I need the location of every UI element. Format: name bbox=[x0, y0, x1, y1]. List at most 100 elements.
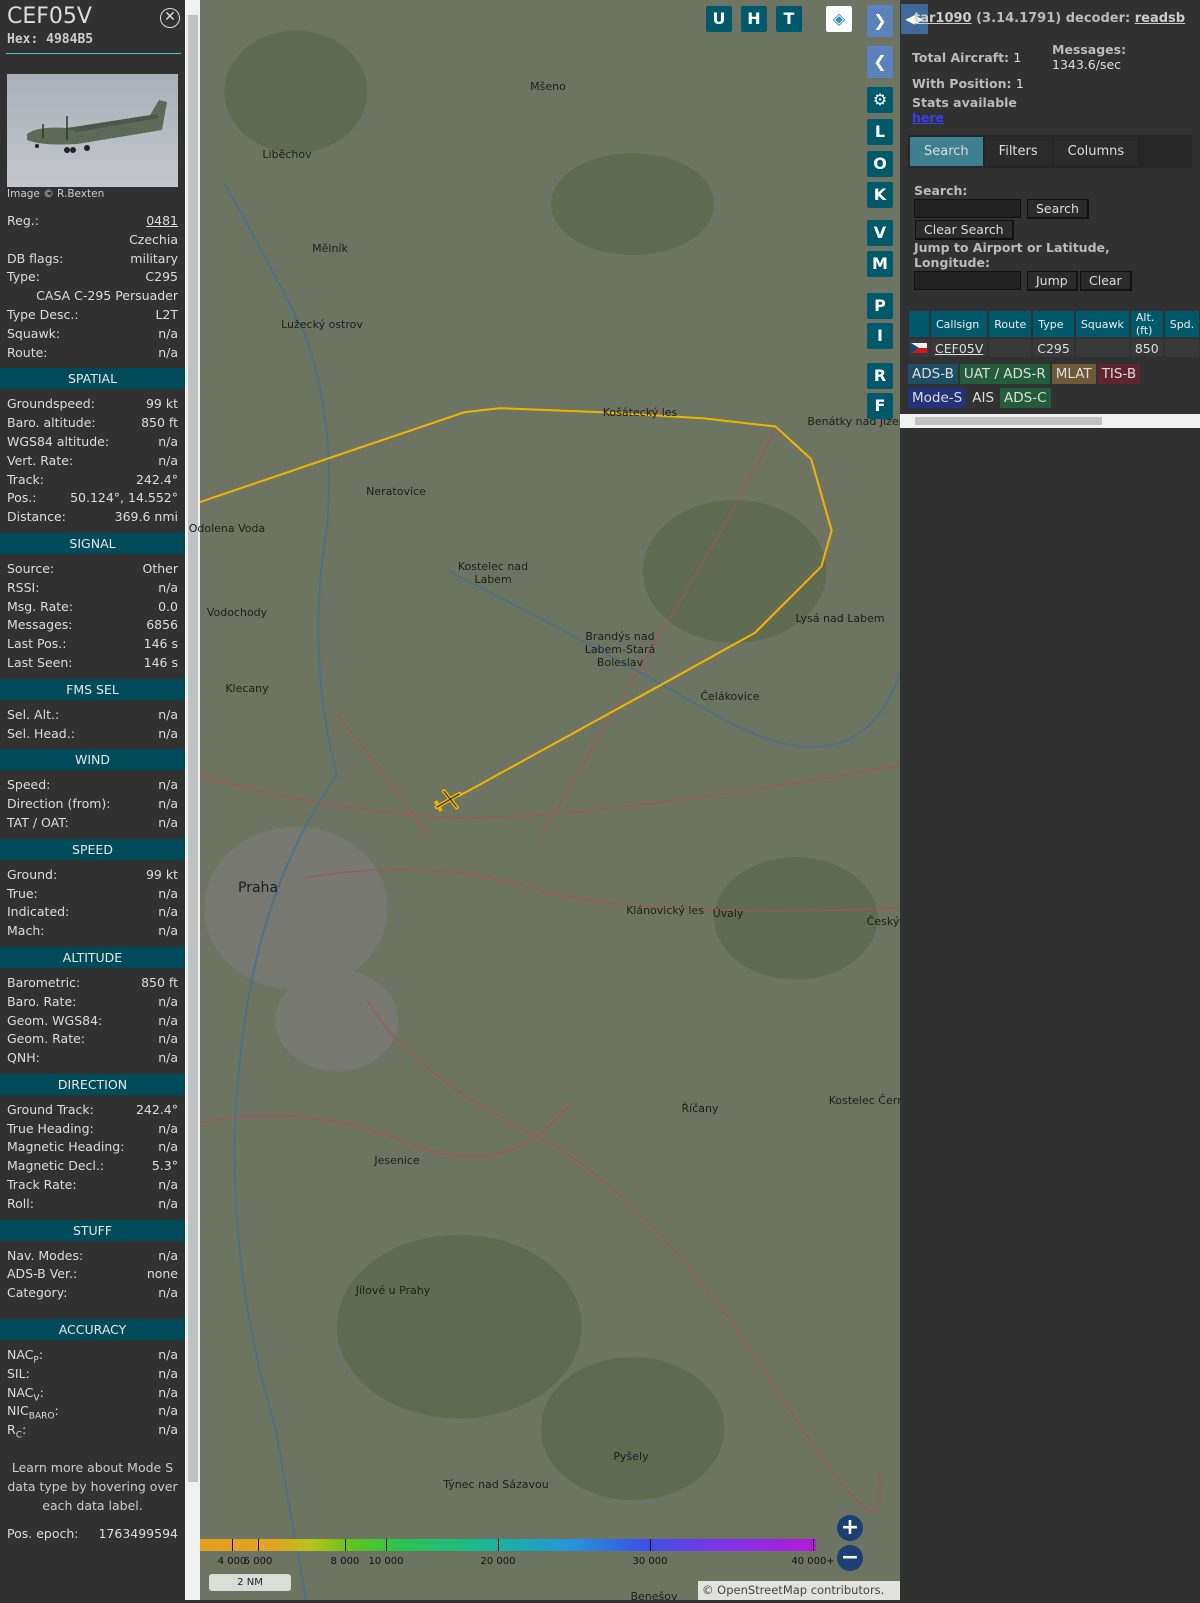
info-label[interactable]: Track Rate: bbox=[7, 1176, 77, 1195]
tab-filters[interactable]: Filters bbox=[984, 137, 1052, 166]
info-label[interactable]: Route: bbox=[7, 344, 48, 363]
map-button-o[interactable]: O bbox=[867, 151, 893, 177]
stats-link[interactable]: here bbox=[912, 110, 944, 125]
map-button-m[interactable]: M bbox=[867, 251, 893, 277]
decoder-link[interactable]: readsb bbox=[1135, 11, 1185, 26]
info-label[interactable]: Ground: bbox=[7, 866, 57, 885]
info-label[interactable]: Last Seen: bbox=[7, 654, 72, 673]
label-text: Type Desc.: bbox=[7, 306, 79, 322]
info-label[interactable]: Distance: bbox=[7, 508, 66, 527]
info-value: 146 s bbox=[143, 636, 178, 652]
info-label[interactable]: Sel. Head.: bbox=[7, 725, 75, 744]
info-label[interactable]: Geom. Rate: bbox=[7, 1030, 85, 1049]
scrollbar-thumb[interactable] bbox=[915, 417, 1102, 425]
info-label[interactable]: DB flags: bbox=[7, 250, 63, 269]
info-label[interactable]: Geom. WGS84: bbox=[7, 1012, 102, 1031]
info-label[interactable]: True: bbox=[7, 885, 38, 904]
info-label[interactable]: WGS84 altitude: bbox=[7, 433, 109, 452]
col-callsign[interactable]: Callsign bbox=[931, 311, 988, 337]
info-label[interactable]: Nav. Modes: bbox=[7, 1247, 83, 1266]
col-speed[interactable]: Spd. bbox=[1164, 311, 1200, 337]
jump-input[interactable] bbox=[914, 271, 1021, 290]
map-button-i[interactable]: I bbox=[867, 323, 893, 349]
left-panel-scrollbar[interactable] bbox=[185, 0, 200, 1600]
layers-icon[interactable]: ◈ bbox=[826, 6, 852, 32]
info-label[interactable]: Baro. altitude: bbox=[7, 414, 96, 433]
info-label[interactable]: Mach: bbox=[7, 922, 44, 941]
map-button-p[interactable]: P bbox=[867, 293, 893, 319]
chevron-right-icon[interactable]: ❯ bbox=[867, 5, 893, 37]
search-button[interactable]: Search bbox=[1027, 199, 1089, 219]
info-label[interactable]: Messages: bbox=[7, 616, 73, 635]
map-button-l[interactable]: L bbox=[867, 119, 893, 145]
map[interactable] bbox=[200, 0, 900, 1600]
map-place-label: Lysá nad Labem bbox=[795, 612, 885, 625]
map-button-r[interactable]: R bbox=[867, 363, 893, 389]
info-label[interactable]: QNH: bbox=[7, 1049, 40, 1068]
info-label[interactable]: Category: bbox=[7, 1284, 67, 1303]
info-label[interactable]: Magnetic Decl.: bbox=[7, 1157, 104, 1176]
table-row[interactable]: CEF05V C295 850 bbox=[909, 339, 1200, 357]
info-label[interactable]: Last Pos.: bbox=[7, 635, 66, 654]
info-label[interactable]: Source: bbox=[7, 560, 54, 579]
info-label[interactable]: Barometric: bbox=[7, 974, 80, 993]
clear-button[interactable]: Clear bbox=[1080, 271, 1132, 291]
info-label[interactable]: Indicated: bbox=[7, 903, 69, 922]
info-label[interactable]: ADS-B Ver.: bbox=[7, 1265, 77, 1284]
tab-search[interactable]: Search bbox=[910, 137, 983, 166]
col-squawk[interactable]: Squawk bbox=[1075, 311, 1129, 337]
info-label[interactable]: Roll: bbox=[7, 1195, 34, 1214]
info-label[interactable]: TAT / OAT: bbox=[7, 814, 69, 833]
chevron-left-icon[interactable]: ❮ bbox=[867, 46, 893, 78]
col-altitude[interactable]: Alt. (ft) bbox=[1130, 311, 1163, 337]
info-label[interactable]: RC: bbox=[7, 1421, 26, 1441]
info-label[interactable]: Reg.: bbox=[7, 212, 39, 231]
clear-search-button[interactable]: Clear Search bbox=[915, 220, 1014, 240]
info-label[interactable]: Speed: bbox=[7, 776, 50, 795]
info-label[interactable]: NACV: bbox=[7, 1384, 44, 1404]
map-button-v[interactable]: V bbox=[867, 220, 893, 246]
info-label[interactable]: True Heading: bbox=[7, 1120, 94, 1139]
info-label[interactable]: Pos.: bbox=[7, 489, 36, 508]
tar1090-link[interactable]: tar1090 bbox=[914, 11, 972, 26]
info-value: 850 ft bbox=[141, 974, 178, 990]
info-label[interactable]: Ground Track: bbox=[7, 1101, 94, 1120]
zoom-out-button[interactable]: − bbox=[837, 1545, 863, 1571]
info-label[interactable]: Groundspeed: bbox=[7, 395, 95, 414]
close-icon[interactable]: ✕ bbox=[160, 8, 180, 28]
info-label[interactable]: Type Desc.: bbox=[7, 306, 79, 325]
map-attribution[interactable]: © OpenStreetMap contributors. bbox=[698, 1581, 900, 1600]
tab-columns[interactable]: Columns bbox=[1053, 137, 1139, 166]
map-button-k[interactable]: K bbox=[867, 182, 893, 208]
row-callsign[interactable]: CEF05V bbox=[931, 339, 988, 357]
info-label[interactable]: Sel. Alt.: bbox=[7, 706, 59, 725]
info-label[interactable]: Baro. Rate: bbox=[7, 993, 76, 1012]
info-label[interactable]: SIL: bbox=[7, 1365, 30, 1384]
col-type[interactable]: Type bbox=[1033, 311, 1074, 337]
col-flag[interactable] bbox=[909, 311, 929, 337]
jump-button[interactable]: Jump bbox=[1027, 271, 1078, 291]
zoom-in-button[interactable]: + bbox=[837, 1515, 863, 1541]
info-label[interactable]: Squawk: bbox=[7, 325, 60, 344]
info-label[interactable]: RSSI: bbox=[7, 579, 39, 598]
table-horizontal-scrollbar[interactable] bbox=[900, 414, 1200, 428]
map-button-h[interactable]: H bbox=[741, 6, 767, 32]
info-label[interactable]: NICBARO: bbox=[7, 1402, 59, 1422]
map-button-f[interactable]: F bbox=[867, 393, 893, 419]
col-route[interactable]: Route bbox=[989, 311, 1032, 337]
info-label[interactable]: Direction (from): bbox=[7, 795, 111, 814]
info-label[interactable]: Type: bbox=[7, 268, 40, 287]
info-label[interactable]: Pos. epoch: bbox=[7, 1525, 78, 1544]
info-label[interactable]: NACP: bbox=[7, 1346, 43, 1366]
map-button-u[interactable]: U bbox=[706, 6, 732, 32]
search-input[interactable] bbox=[914, 199, 1021, 218]
info-label[interactable]: Msg. Rate: bbox=[7, 598, 73, 617]
info-label[interactable]: Magnetic Heading: bbox=[7, 1138, 124, 1157]
aircraft-photo[interactable] bbox=[7, 74, 178, 187]
gear-icon[interactable]: ⚙ bbox=[867, 87, 893, 113]
scrollbar-thumb[interactable] bbox=[188, 15, 198, 1482]
info-label[interactable]: Vert. Rate: bbox=[7, 452, 73, 471]
info-label[interactable]: Track: bbox=[7, 471, 44, 490]
section-header-wind: WIND bbox=[0, 749, 185, 771]
map-button-t[interactable]: T bbox=[776, 6, 802, 32]
